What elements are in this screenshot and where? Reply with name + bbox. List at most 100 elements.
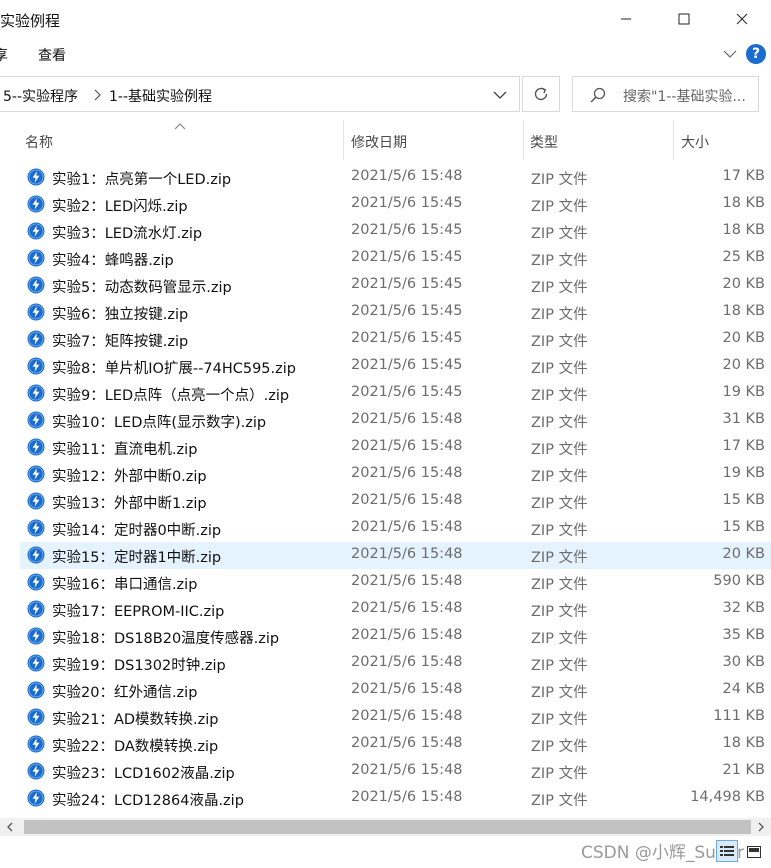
zip-file-icon [27, 789, 45, 807]
file-row[interactable]: 实验18：DS18B20温度传感器.zip 2021/5/6 15:48 ZIP 文… [20, 623, 771, 650]
file-name[interactable]: 实验2：LED闪烁.zip [52, 195, 188, 216]
file-date: 2021/5/6 15:48 [351, 465, 463, 481]
large-icons-view-button[interactable] [744, 842, 764, 862]
file-name[interactable]: 实验23：LCD1602液晶.zip [52, 762, 235, 783]
file-row[interactable]: 实验2：LED闪烁.zip 2021/5/6 15:45 ZIP 文件 18 KB [20, 191, 771, 218]
file-row[interactable]: 实验20：红外通信.zip 2021/5/6 15:48 ZIP 文件 24 KB [20, 677, 771, 704]
zip-file-icon [27, 681, 45, 699]
file-row[interactable]: 实验12：外部中断0.zip 2021/5/6 15:48 ZIP 文件 19 KB [20, 461, 771, 488]
file-name[interactable]: 实验21：AD模数转换.zip [52, 708, 219, 729]
close-button[interactable] [713, 0, 771, 38]
file-row[interactable]: 实验15：定时器1中断.zip 2021/5/6 15:48 ZIP 文件 20 KB [20, 542, 771, 569]
ribbon-expand-button[interactable] [720, 44, 740, 64]
refresh-button[interactable] [522, 76, 560, 112]
file-size: 14,498 KB [690, 789, 765, 805]
zip-file-icon [27, 384, 45, 402]
file-size: 19 KB [722, 465, 765, 481]
file-name[interactable]: 实验3：LED流水灯.zip [52, 222, 202, 243]
file-row[interactable]: 实验11：直流电机.zip 2021/5/6 15:48 ZIP 文件 17 KB [20, 434, 771, 461]
file-name[interactable]: 实验10：LED点阵(显示数字).zip [52, 411, 266, 432]
file-date: 2021/5/6 15:48 [351, 708, 463, 724]
file-date: 2021/5/6 15:48 [351, 492, 463, 508]
file-date: 2021/5/6 15:45 [351, 384, 463, 400]
file-row[interactable]: 实验8：单片机IO扩展--74HC595.zip 2021/5/6 15:45 ZI… [20, 353, 771, 380]
minimize-icon [621, 18, 631, 20]
file-name[interactable]: 实验12：外部中断0.zip [52, 465, 207, 486]
file-row[interactable]: 实验22：DA数模转换.zip 2021/5/6 15:48 ZIP 文件 18 KB [20, 731, 771, 758]
file-row[interactable]: 实验3：LED流水灯.zip 2021/5/6 15:45 ZIP 文件 18 KB [20, 218, 771, 245]
file-date: 2021/5/6 15:45 [351, 303, 463, 319]
file-type: ZIP 文件 [531, 442, 588, 458]
file-name[interactable]: 实验15：定时器1中断.zip [52, 546, 221, 567]
file-row[interactable]: 实验14：定时器0中断.zip 2021/5/6 15:48 ZIP 文件 15 KB [20, 515, 771, 542]
file-type: ZIP 文件 [531, 685, 588, 701]
file-name[interactable]: 实验19：DS1302时钟.zip [52, 654, 226, 675]
file-size: 19 KB [722, 384, 765, 400]
scroll-right-button[interactable] [755, 821, 767, 833]
address-bar[interactable]: 5--实验程序 1--基础实验例程 [0, 76, 520, 112]
column-date[interactable]: 修改日期 [344, 120, 524, 160]
file-name[interactable]: 实验1：点亮第一个LED.zip [52, 168, 231, 189]
ribbon-tab-view[interactable]: 查看 [38, 45, 66, 65]
chevron-right-icon [758, 822, 764, 832]
help-button[interactable]: ? [746, 44, 766, 64]
file-type: ZIP 文件 [531, 469, 588, 485]
file-name[interactable]: 实验14：定时器0中断.zip [52, 519, 221, 540]
details-view-button[interactable] [716, 840, 738, 862]
file-name[interactable]: 实验6：独立按键.zip [52, 303, 188, 324]
horizontal-scrollbar[interactable] [0, 818, 771, 836]
file-name[interactable]: 实验4：蜂鸣器.zip [52, 249, 174, 270]
file-row[interactable]: 实验23：LCD1602液晶.zip 2021/5/6 15:48 ZIP 文件 21… [20, 758, 771, 785]
file-size: 18 KB [722, 735, 765, 751]
file-name[interactable]: 实验18：DS18B20温度传感器.zip [52, 627, 279, 648]
file-name[interactable]: 实验11：直流电机.zip [52, 438, 197, 459]
file-row[interactable]: 实验24：LCD12864液晶.zip 2021/5/6 15:48 ZIP 文件 1… [20, 785, 771, 812]
maximize-button[interactable] [655, 0, 713, 38]
file-row[interactable]: 实验13：外部中断1.zip 2021/5/6 15:48 ZIP 文件 15 KB [20, 488, 771, 515]
file-row[interactable]: 实验6：独立按键.zip 2021/5/6 15:45 ZIP 文件 18 KB [20, 299, 771, 326]
column-size[interactable]: 大小 [674, 120, 771, 160]
file-row[interactable]: 实验9：LED点阵（点亮一个点）.zip 2021/5/6 15:45 ZIP 文件… [20, 380, 771, 407]
file-row[interactable]: 实验19：DS1302时钟.zip 2021/5/6 15:48 ZIP 文件 30 … [20, 650, 771, 677]
file-name[interactable]: 实验17：EEPROM-IIC.zip [52, 600, 224, 621]
file-size: 18 KB [722, 222, 765, 238]
file-name[interactable]: 实验7：矩阵按键.zip [52, 330, 188, 351]
file-type: ZIP 文件 [531, 766, 588, 782]
file-date: 2021/5/6 15:48 [351, 654, 463, 670]
file-name[interactable]: 实验24：LCD12864液晶.zip [52, 789, 244, 810]
file-name[interactable]: 实验20：红外通信.zip [52, 681, 197, 702]
breadcrumb-item[interactable]: 5--实验程序 [3, 86, 78, 106]
file-type: ZIP 文件 [531, 793, 588, 809]
scroll-left-button[interactable] [4, 821, 16, 833]
file-name[interactable]: 实验16：串口通信.zip [52, 573, 197, 594]
file-type: ZIP 文件 [531, 631, 588, 647]
status-bar: CSDN @小辉_Super [0, 836, 771, 868]
ribbon-tab-share[interactable]: 享 [0, 45, 8, 65]
search-input[interactable]: 搜索"1--基础实验... [572, 76, 759, 112]
scroll-thumb[interactable] [24, 820, 751, 834]
file-name[interactable]: 实验8：单片机IO扩展--74HC595.zip [52, 357, 296, 378]
file-row[interactable]: 实验10：LED点阵(显示数字).zip 2021/5/6 15:48 ZIP 文件… [20, 407, 771, 434]
file-row[interactable]: 实验7：矩阵按键.zip 2021/5/6 15:45 ZIP 文件 20 KB [20, 326, 771, 353]
zip-file-icon [27, 222, 45, 240]
chevron-left-icon [7, 822, 13, 832]
column-type[interactable]: 类型 [524, 120, 674, 160]
file-type: ZIP 文件 [531, 496, 588, 512]
file-row[interactable]: 实验17：EEPROM-IIC.zip 2021/5/6 15:48 ZIP 文件 3… [20, 596, 771, 623]
file-date: 2021/5/6 15:48 [351, 438, 463, 454]
minimize-button[interactable] [597, 0, 655, 38]
file-name[interactable]: 实验5：动态数码管显示.zip [52, 276, 232, 297]
breadcrumb-item-current[interactable]: 1--基础实验例程 [109, 86, 212, 106]
file-row[interactable]: 实验4：蜂鸣器.zip 2021/5/6 15:45 ZIP 文件 25 KB [20, 245, 771, 272]
address-history-dropdown[interactable] [489, 85, 511, 105]
chevron-down-icon [723, 50, 737, 58]
file-row[interactable]: 实验1：点亮第一个LED.zip 2021/5/6 15:48 ZIP 文件 17 K… [20, 164, 771, 191]
file-row[interactable]: 实验5：动态数码管显示.zip 2021/5/6 15:45 ZIP 文件 20 KB [20, 272, 771, 299]
file-name[interactable]: 实验9：LED点阵（点亮一个点）.zip [52, 384, 289, 405]
column-name[interactable]: 名称 [20, 120, 344, 160]
file-row[interactable]: 实验21：AD模数转换.zip 2021/5/6 15:48 ZIP 文件 111 K… [20, 704, 771, 731]
chevron-right-icon[interactable] [91, 88, 103, 102]
file-row[interactable]: 实验16：串口通信.zip 2021/5/6 15:48 ZIP 文件 590 KB [20, 569, 771, 596]
file-name[interactable]: 实验22：DA数模转换.zip [52, 735, 218, 756]
file-name[interactable]: 实验13：外部中断1.zip [52, 492, 207, 513]
